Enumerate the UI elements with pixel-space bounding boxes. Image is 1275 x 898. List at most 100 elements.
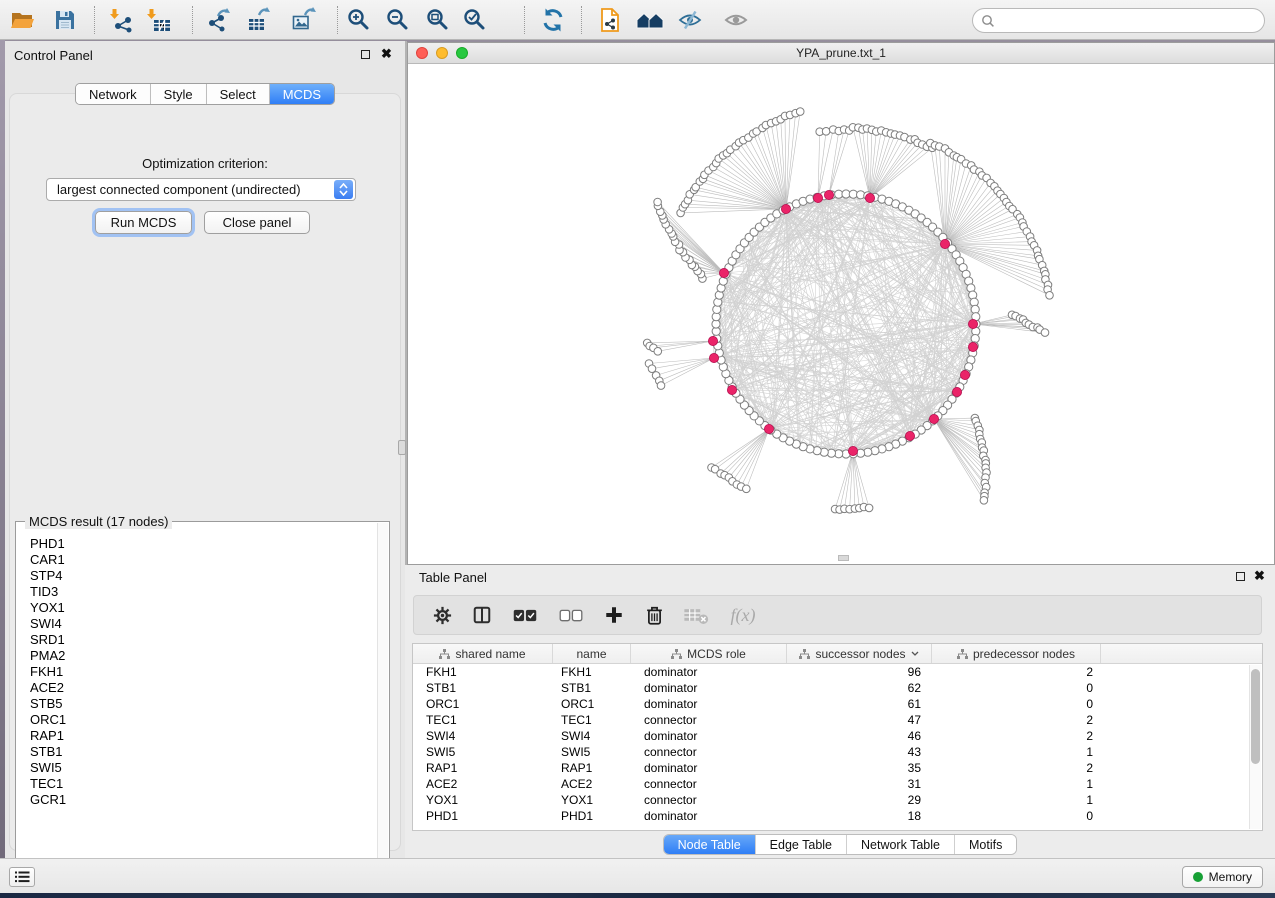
memory-button[interactable]: Memory (1182, 866, 1263, 888)
cell: 46 (787, 729, 932, 743)
cell: 43 (787, 745, 932, 759)
column-header-name[interactable]: name (553, 644, 631, 663)
mcds-list-scrollbar[interactable] (377, 523, 388, 889)
tab-node-table[interactable]: Node Table (664, 835, 756, 854)
table-row[interactable]: RAP1RAP1dominator352 (413, 760, 1262, 776)
mcds-result-item[interactable]: RAP1 (30, 728, 377, 744)
mcds-result-item[interactable]: ACE2 (30, 680, 377, 696)
horizontal-splitter-grip[interactable] (838, 555, 849, 561)
mcds-result-item[interactable]: STB5 (30, 696, 377, 712)
cell: STB1 (413, 681, 553, 695)
cell: ORC1 (413, 697, 553, 711)
float-table-panel-icon[interactable] (1236, 572, 1245, 581)
zoom-check-icon[interactable] (462, 7, 488, 33)
select-all-icon[interactable] (510, 603, 540, 627)
close-panel-icon[interactable]: ✖ (381, 47, 392, 61)
cell: connector (631, 713, 787, 727)
mcds-result-item[interactable]: GCR1 (30, 792, 377, 808)
import-table-icon[interactable] (146, 7, 172, 33)
toolbar-separator (94, 6, 95, 34)
houses-icon[interactable] (636, 7, 664, 33)
table-row[interactable]: SWI4SWI4dominator462 (413, 728, 1262, 744)
column-header-successor-nodes[interactable]: successor nodes (787, 644, 932, 663)
mcds-result-item[interactable]: PMA2 (30, 648, 377, 664)
mcds-result-item[interactable]: SWI4 (30, 616, 377, 632)
cell: dominator (631, 697, 787, 711)
tab-network-table[interactable]: Network Table (847, 835, 955, 854)
table-row[interactable]: TEC1TEC1connector472 (413, 712, 1262, 728)
table-row[interactable]: ACE2ACE2connector311 (413, 776, 1262, 792)
zoom-fit-icon[interactable] (425, 7, 451, 33)
table-header: shared namenameMCDS rolesuccessor nodesp… (413, 644, 1262, 664)
cell: 1 (932, 745, 1101, 759)
mcds-result-item[interactable]: FKH1 (30, 664, 377, 680)
add-icon[interactable] (602, 603, 626, 627)
mcds-result-item[interactable]: TEC1 (30, 776, 377, 792)
column-header-predecessor-nodes[interactable]: predecessor nodes (932, 644, 1101, 663)
eye-icon[interactable] (723, 7, 749, 33)
mcds-result-item[interactable]: PHD1 (30, 536, 377, 552)
table-scrollbar[interactable] (1249, 665, 1261, 829)
table-row[interactable]: STB1STB1dominator620 (413, 680, 1262, 696)
table-row[interactable]: SWI5SWI5connector431 (413, 744, 1262, 760)
float-panel-icon[interactable] (361, 50, 370, 59)
mcds-result-item[interactable]: SWI5 (30, 760, 377, 776)
search-field[interactable] (972, 8, 1265, 33)
cell: dominator (631, 665, 787, 679)
cell: 35 (787, 761, 932, 775)
open-folder-icon[interactable] (9, 7, 35, 33)
cell: TEC1 (413, 713, 553, 727)
cell: PHD1 (413, 809, 553, 823)
table-scrollbar-thumb[interactable] (1251, 669, 1260, 764)
cell: ACE2 (413, 777, 553, 791)
tab-edge-table[interactable]: Edge Table (756, 835, 847, 854)
memory-status-icon (1193, 872, 1203, 882)
export-table-icon[interactable] (246, 7, 272, 33)
mcds-result-item[interactable]: CAR1 (30, 552, 377, 568)
mcds-result-item[interactable]: YOX1 (30, 600, 377, 616)
mcds-result-item[interactable]: STB1 (30, 744, 377, 760)
refresh-icon[interactable] (540, 7, 566, 33)
network-window-titlebar[interactable]: YPA_prune.txt_1 (408, 43, 1274, 64)
tab-mcds[interactable]: MCDS (270, 84, 334, 104)
control-panel-title: Control Panel (14, 48, 93, 63)
mcds-result-item[interactable]: TID3 (30, 584, 377, 600)
column-header-shared-name[interactable]: shared name (413, 644, 553, 663)
task-history-button[interactable] (9, 867, 35, 887)
close-table-panel-icon[interactable]: ✖ (1254, 569, 1265, 583)
close-panel-button[interactable]: Close panel (204, 211, 310, 234)
column-header-MCDS-role[interactable]: MCDS role (631, 644, 787, 663)
optimization-criterion-select[interactable]: largest connected component (undirected) (46, 178, 356, 201)
table-row[interactable]: YOX1YOX1connector291 (413, 792, 1262, 808)
mcds-result-item[interactable]: ORC1 (30, 712, 377, 728)
trash-icon[interactable] (642, 603, 666, 627)
zoom-out-icon[interactable] (385, 7, 411, 33)
tab-motifs[interactable]: Motifs (955, 835, 1016, 854)
tab-select[interactable]: Select (207, 84, 270, 104)
search-input[interactable] (1000, 14, 1264, 28)
network-view[interactable] (408, 64, 1274, 564)
save-icon[interactable] (52, 7, 78, 33)
document-share-icon[interactable] (597, 7, 623, 33)
columns-icon[interactable] (470, 603, 494, 627)
deselect-all-icon[interactable] (556, 603, 586, 627)
table-row[interactable]: PHD1PHD1dominator180 (413, 808, 1262, 824)
tab-style[interactable]: Style (151, 84, 207, 104)
gear-icon[interactable] (430, 603, 454, 627)
mcds-result-item[interactable]: STP4 (30, 568, 377, 584)
table-row[interactable]: ORC1ORC1dominator610 (413, 696, 1262, 712)
import-network-icon[interactable] (109, 7, 135, 33)
cell: 2 (932, 761, 1101, 775)
run-mcds-button[interactable]: Run MCDS (95, 211, 192, 234)
table-row[interactable]: FKH1FKH1dominator962 (413, 664, 1262, 680)
vertical-splitter-grip[interactable] (398, 440, 406, 455)
mcds-result-list[interactable]: PHD1CAR1STP4TID3YOX1SWI4SRD1PMA2FKH1ACE2… (17, 528, 377, 889)
export-image-icon[interactable] (291, 7, 317, 33)
export-network-icon[interactable] (205, 7, 231, 33)
tab-network[interactable]: Network (76, 84, 151, 104)
control-panel-titlebar: Control Panel ✖ (5, 41, 405, 67)
memory-label: Memory (1209, 870, 1252, 884)
zoom-in-icon[interactable] (346, 7, 372, 33)
mcds-result-item[interactable]: SRD1 (30, 632, 377, 648)
eye-slash-icon[interactable] (677, 7, 703, 33)
